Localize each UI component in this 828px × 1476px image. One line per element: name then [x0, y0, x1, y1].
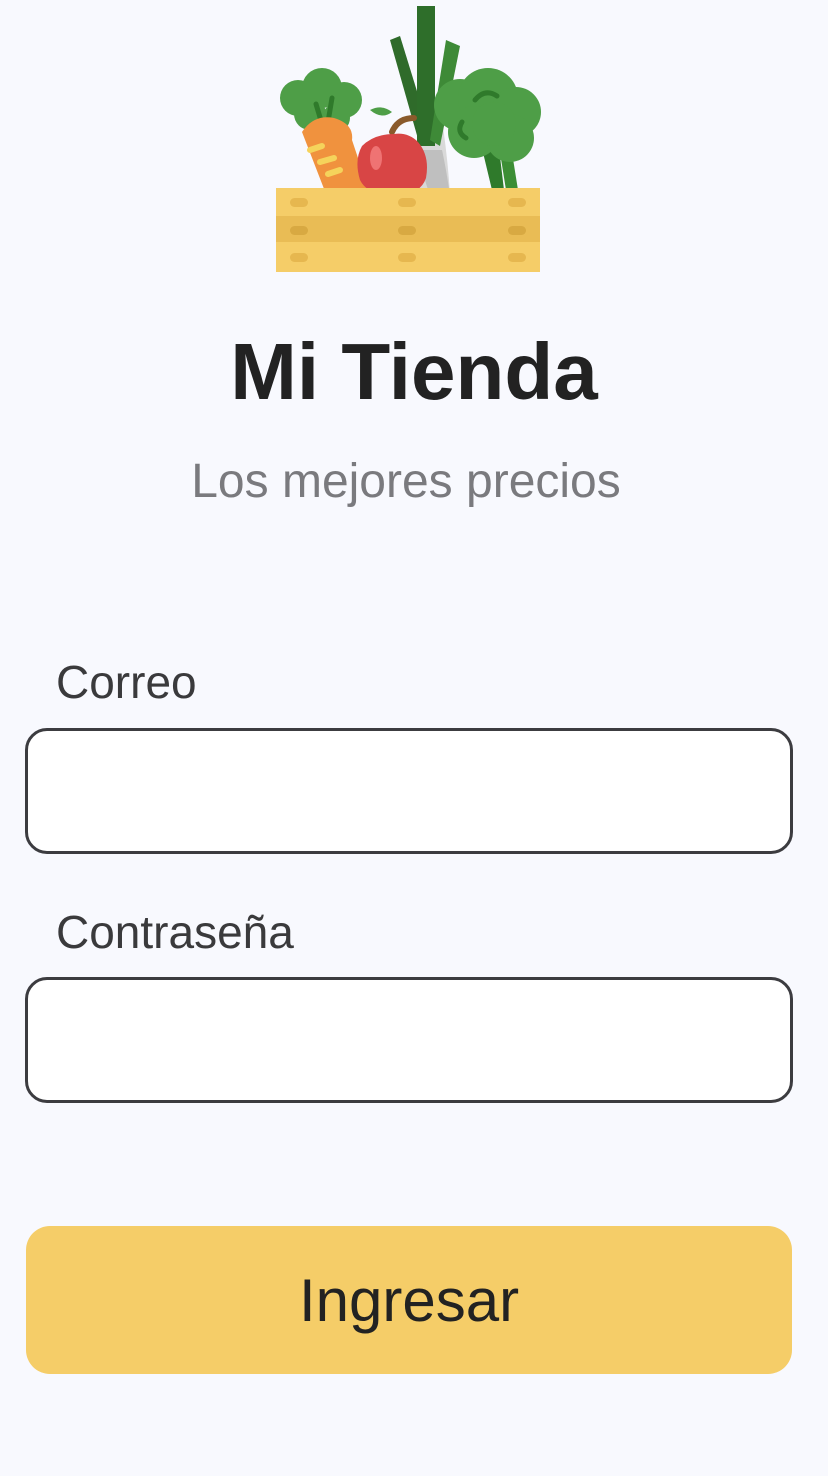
- login-button[interactable]: Ingresar: [26, 1226, 792, 1374]
- password-field[interactable]: [25, 977, 793, 1103]
- email-field[interactable]: [25, 728, 793, 854]
- app-title: Mi Tienda: [230, 327, 598, 416]
- vegetable-crate-icon: [270, 0, 546, 280]
- email-label: Correo: [56, 656, 197, 708]
- app-subtitle: Los mejores precios: [191, 455, 621, 508]
- password-label: Contraseña: [56, 906, 294, 958]
